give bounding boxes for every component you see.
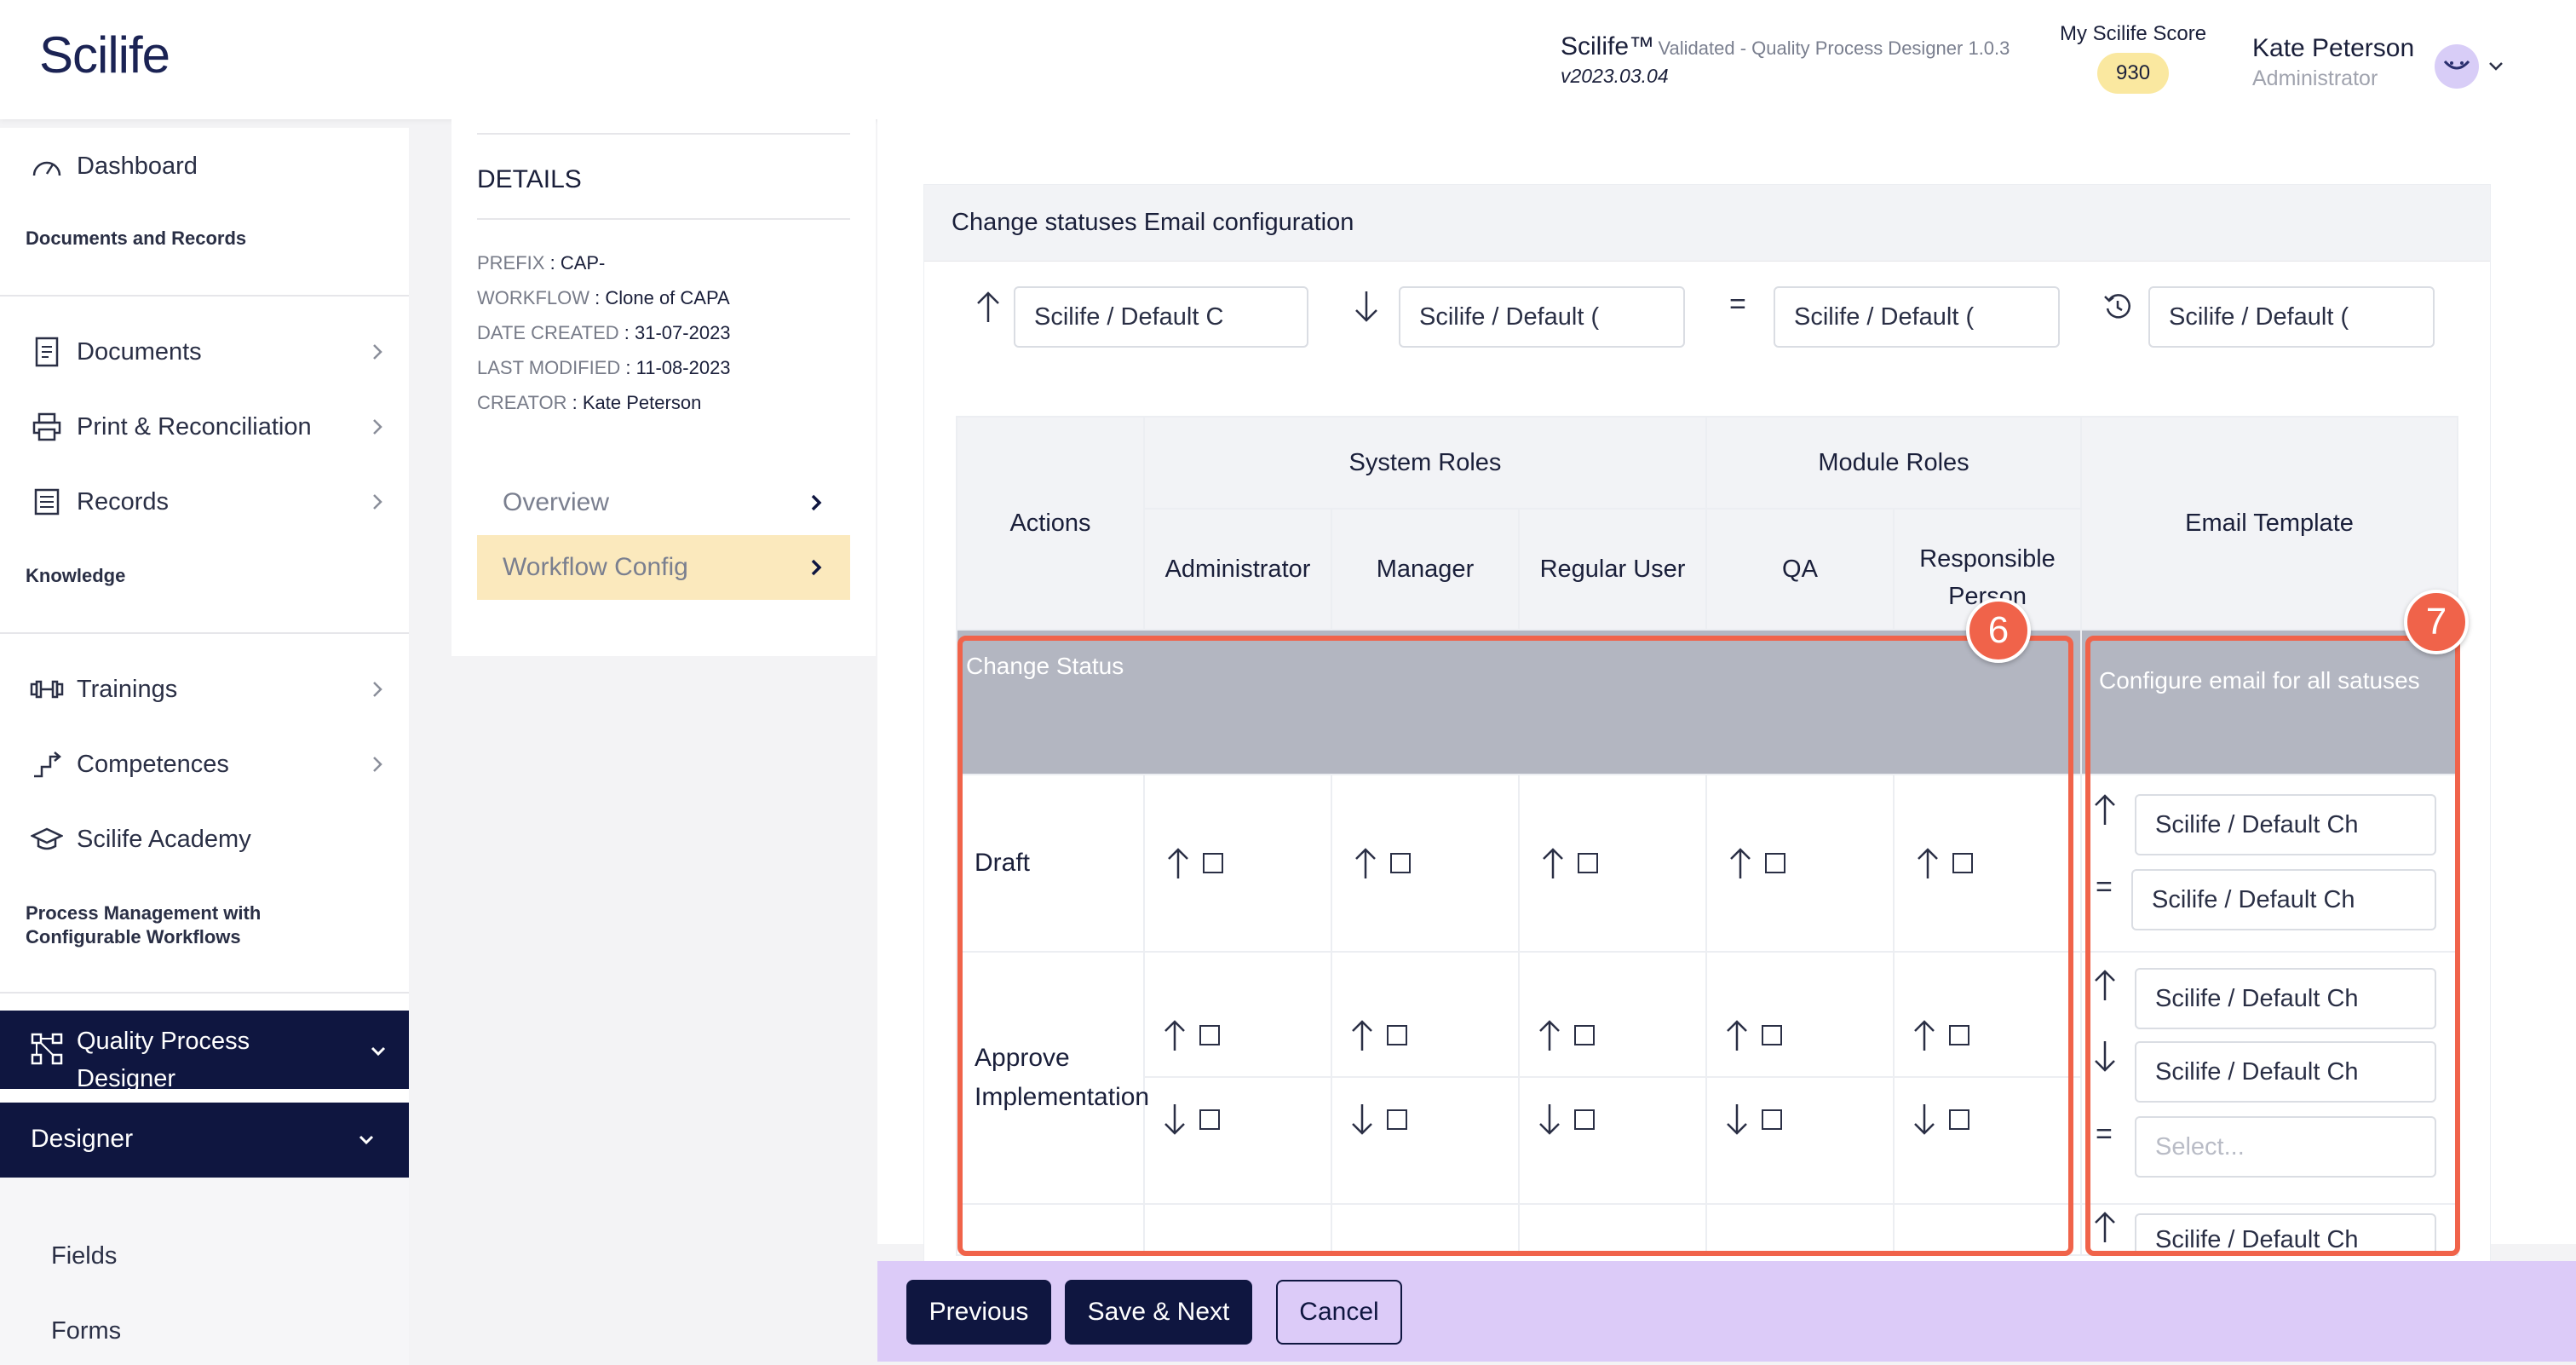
- workflow-icon: [29, 1031, 65, 1067]
- chevron-down-icon: [371, 1046, 386, 1057]
- scilife-score: My Scilife Score 930: [2060, 22, 2206, 94]
- meta-workflow: WORKFLOW : Clone of CAPA: [477, 287, 730, 308]
- chevron-right-icon: [373, 419, 382, 435]
- divider: [477, 218, 850, 220]
- sidebar-item-label: Quality Process Designer: [77, 1028, 250, 1092]
- tab-workflow-config[interactable]: Workflow Config: [477, 535, 850, 600]
- avatar[interactable]: [2435, 44, 2479, 89]
- sidebar-item-forms[interactable]: Forms: [51, 1317, 121, 1345]
- header-role-regular-user: Regular User: [1518, 508, 1707, 631]
- sidebar-item-label: Dashboard: [77, 152, 198, 180]
- document-icon: [29, 334, 65, 370]
- header-role-qa: QA: [1705, 508, 1895, 631]
- header-role-administrator: Administrator: [1143, 508, 1332, 631]
- meta-creator: CREATOR : Kate Peterson: [477, 392, 702, 413]
- arrow-up-icon: [977, 291, 999, 322]
- sidebar-item-label: Trainings: [77, 675, 178, 703]
- scilife-logo[interactable]: Scilife: [39, 26, 170, 84]
- section-process-management: Process Management with Configurable Wor…: [26, 902, 262, 947]
- chevron-right-icon: [811, 494, 822, 511]
- sidebar-item-quality-process-designer[interactable]: Quality Process Designer: [0, 1011, 409, 1092]
- sidebar: Dashboard Documents and Records Document…: [0, 128, 409, 1365]
- sidebar-item-label: Print & Reconciliation: [77, 412, 312, 441]
- tab-label: Overview: [503, 488, 610, 516]
- divider: [477, 133, 850, 135]
- equal-icon: =: [1729, 288, 1746, 320]
- sidebar-item-documents[interactable]: Documents: [0, 322, 409, 382]
- sidebar-item-label: Scilife Academy: [77, 825, 251, 853]
- chevron-right-icon: [373, 344, 382, 360]
- chevron-right-icon: [811, 559, 822, 576]
- chevron-right-icon: [373, 682, 382, 697]
- annotation-badge-7: 7: [2404, 590, 2469, 654]
- arrow-down-icon: [1355, 291, 1377, 322]
- details-meta: PREFIX : CAP- WORKFLOW : Clone of CAPA D…: [477, 245, 731, 420]
- header-system-roles: System Roles: [1143, 416, 1707, 510]
- email-config-title: Change statuses Email configuration: [952, 209, 1354, 236]
- user-role: Administrator: [2252, 66, 2378, 90]
- sidebar-item-label: Competences: [77, 750, 229, 778]
- section-knowledge: Knowledge: [26, 565, 126, 586]
- header-role-manager: Manager: [1331, 508, 1520, 631]
- records-icon: [29, 484, 65, 520]
- score-label: My Scilife Score: [2060, 22, 2207, 45]
- sidebar-item-dashboard[interactable]: Dashboard: [0, 136, 409, 196]
- default-equal-template-select[interactable]: Scilife / Default (: [1774, 286, 2060, 348]
- app-name: Scilife™: [1561, 32, 1655, 60]
- default-down-template-select[interactable]: Scilife / Default (: [1399, 286, 1685, 348]
- details-title: DETAILS: [477, 165, 582, 193]
- section-documents-and-records: Documents and Records: [26, 228, 247, 249]
- divider: [0, 992, 409, 994]
- score-badge: 930: [2097, 53, 2170, 94]
- app-subtitle: Validated - Quality Process Designer 1.0…: [1658, 37, 2010, 59]
- dumbbell-icon: [29, 671, 65, 707]
- graduation-cap-icon: [29, 821, 65, 857]
- user-info[interactable]: Kate Peterson Administrator: [2252, 34, 2414, 91]
- chevron-down-icon: [359, 1135, 374, 1145]
- app-info: Scilife™ Validated - Quality Process Des…: [1561, 32, 2010, 88]
- meta-date-created: DATE CREATED : 31-07-2023: [477, 322, 731, 343]
- top-bar: Scilife Scilife™ Validated - Quality Pro…: [0, 0, 2576, 119]
- header-actions: Actions: [956, 416, 1145, 631]
- history-icon: [2104, 294, 2130, 319]
- divider: [0, 295, 409, 297]
- gauge-icon: [29, 148, 65, 184]
- app-version: v2023.03.04: [1561, 65, 1669, 87]
- meta-last-modified: LAST MODIFIED : 11-08-2023: [477, 357, 731, 378]
- chevron-down-icon[interactable]: [2486, 56, 2506, 77]
- printer-icon: [29, 409, 65, 445]
- sidebar-item-trainings[interactable]: Trainings: [0, 659, 409, 719]
- sidebar-item-print-reconciliation[interactable]: Print & Reconciliation: [0, 397, 409, 457]
- highlight-box-6: [957, 636, 2073, 1256]
- default-history-template-select[interactable]: Scilife / Default (: [2148, 286, 2435, 348]
- cancel-button[interactable]: Cancel: [1276, 1280, 1402, 1345]
- header-module-roles: Module Roles: [1705, 416, 2083, 510]
- highlight-box-7: [2085, 636, 2460, 1256]
- sidebar-item-records[interactable]: Records: [0, 472, 409, 532]
- sidebar-item-scilife-academy[interactable]: Scilife Academy: [0, 809, 409, 869]
- save-next-button[interactable]: Save & Next: [1065, 1280, 1252, 1345]
- sidebar-item-fields[interactable]: Fields: [51, 1242, 117, 1270]
- header-email-template: Email Template: [2080, 416, 2459, 631]
- details-panel: DETAILS PREFIX : CAP- WORKFLOW : Clone o…: [451, 119, 876, 656]
- annotation-badge-6: 6: [1966, 598, 2031, 663]
- user-name: Kate Peterson: [2252, 34, 2415, 62]
- email-config-header: Change statuses Email configuration: [924, 185, 2490, 262]
- previous-button[interactable]: Previous: [906, 1280, 1051, 1345]
- sidebar-item-designer[interactable]: Designer: [0, 1103, 409, 1178]
- sidebar-item-competences[interactable]: Competences: [0, 734, 409, 794]
- footer-bar: Previous Save & Next Cancel: [877, 1261, 2576, 1362]
- chevron-right-icon: [373, 494, 382, 510]
- growth-icon: [29, 746, 65, 782]
- chevron-right-icon: [373, 757, 382, 772]
- sidebar-item-label: Documents: [77, 337, 202, 366]
- default-up-template-select[interactable]: Scilife / Default C: [1014, 286, 1308, 348]
- divider: [0, 632, 409, 634]
- avatar-face-icon: [2443, 60, 2470, 70]
- tab-overview[interactable]: Overview: [477, 470, 850, 535]
- tab-label: Workflow Config: [503, 553, 688, 581]
- sidebar-item-label: Records: [77, 487, 169, 515]
- meta-prefix: PREFIX : CAP-: [477, 252, 606, 274]
- sidebar-item-label: Designer: [31, 1125, 134, 1153]
